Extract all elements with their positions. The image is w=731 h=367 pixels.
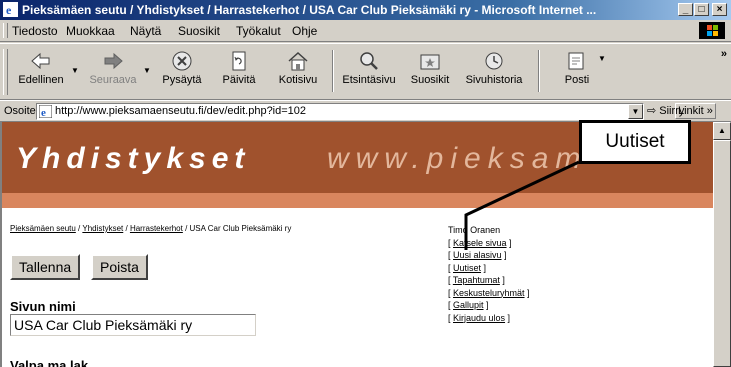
callout-pointer-line — [464, 160, 580, 250]
callout-box: Uutiset — [579, 120, 691, 164]
